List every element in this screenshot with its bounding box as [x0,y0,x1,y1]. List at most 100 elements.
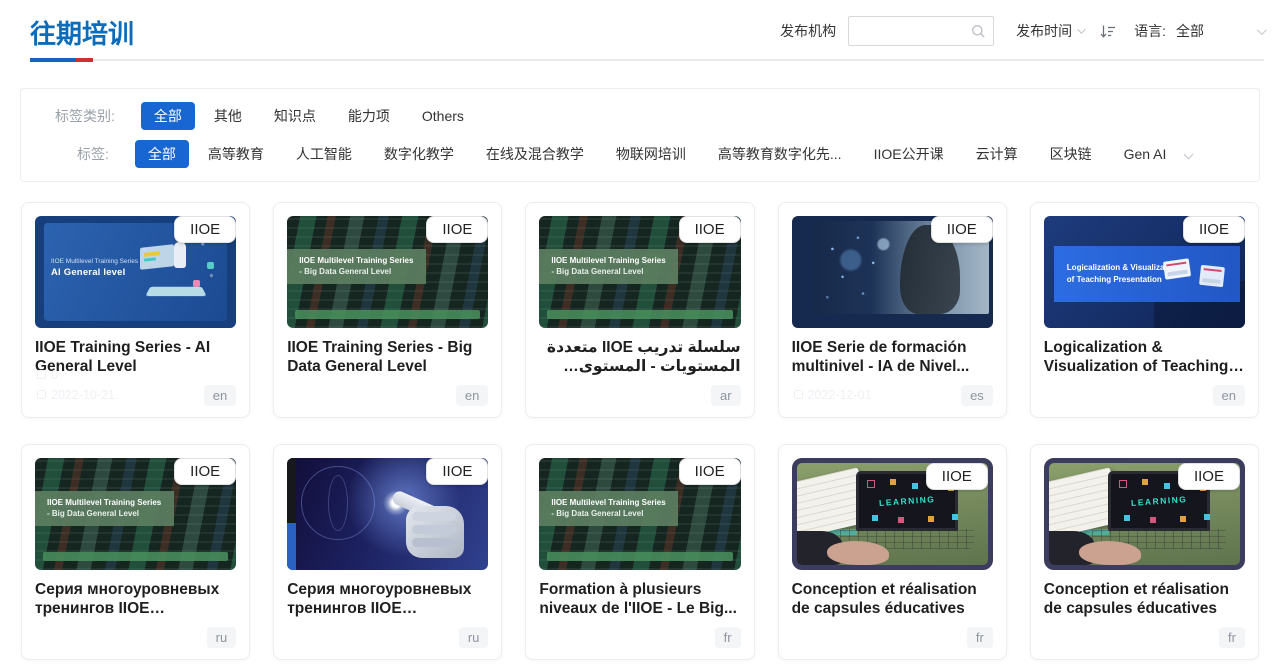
sort-order-icon[interactable] [1099,24,1116,39]
tag-pill-he-digital[interactable]: 高等教育数字化先... [705,140,855,168]
tag-pill-iot[interactable]: 物联网培训 [603,140,699,168]
thumbnail-caption: IIOE Multilevel Training Series - Big Da… [35,491,174,526]
course-thumbnail-logicalization: Logicalization & Visualization of Teachi… [1044,216,1245,328]
tag-pill-all[interactable]: 全部 [135,140,189,168]
course-thumbnail-bigdata: IIOE Multilevel Training Series - Big Da… [539,458,740,570]
tag-pills: 全部 高等教育 人工智能 数字化教学 在线及混合教学 物联网培训 高等教育数字化… [135,140,1253,168]
category-pill-other[interactable]: 其他 [201,102,255,130]
underline-blue-segment [30,58,76,62]
category-pill-ability[interactable]: 能力项 [335,102,403,130]
tag-filter-label: 标签: [77,144,109,164]
language-badge: fr [1219,627,1245,648]
language-badge: en [1213,385,1245,406]
publish-time-label: 发布时间 [1016,21,1072,41]
tag-pill-digital-teaching[interactable]: 数字化教学 [371,140,467,168]
tag-filter-row: 标签: 全部 高等教育 人工智能 数字化教学 在线及混合教学 物联网培训 高等教… [55,140,1241,168]
chevron-down-icon [1077,25,1085,33]
digital-brain-dots [812,221,915,314]
course-meta: 0 2022-10-21 [37,365,115,405]
iioe-badge: IIOE [926,463,988,490]
ai-illustration [134,236,220,302]
tag-pill-ai[interactable]: 人工智能 [283,140,365,168]
language-select[interactable]: 全部 [1176,21,1264,41]
course-card[interactable]: Logicalization & Visualization of Teachi… [1030,202,1259,418]
course-card[interactable]: IIOE Multilevel Training Series - Big Da… [525,202,754,418]
page-title: 往期培训 [30,14,134,51]
course-card[interactable]: IIOE Multilevel Training Series AI Gener… [21,202,250,418]
tag-pill-higher-education[interactable]: 高等教育 [195,140,277,168]
person-hand [1079,541,1141,565]
thumbnail-caption: IIOE Multilevel Training Series - Big Da… [539,491,678,526]
robot-fist [406,506,464,558]
filter-panel: 标签类别: 全部 其他 知识点 能力项 Others 标签: 全部 高等教育 人… [20,88,1260,182]
category-pill-knowledge[interactable]: 知识点 [261,102,329,130]
language-label: 语言: [1134,21,1166,41]
thumbnail-caption: Logicalization & Visualization of Teachi… [1054,262,1179,286]
course-title[interactable]: سلسلة تدريب IIOE متعددة المستويات - المس… [539,339,740,377]
thumbnail-green-bar [547,310,732,319]
language-badge: ar [711,385,741,406]
language-badge: fr [715,627,741,648]
course-title[interactable]: Logicalization & Visualization of Teachi… [1044,339,1245,377]
category-pill-others[interactable]: Others [409,104,477,128]
course-title[interactable]: Conception et réalisation de capsules éd… [792,581,993,619]
course-thumbnail-ai: IIOE Multilevel Training Series AI Gener… [35,216,236,328]
tag-pill-iioe-open-course[interactable]: IIOE公开课 [861,140,957,168]
course-card[interactable]: IIOE Multilevel Training Series - Big Da… [525,444,754,660]
underline-red-segment [76,58,93,62]
course-title[interactable]: Серия многоуровневых тренингов IIOE «Бол… [35,581,236,619]
thumbnail-banner: Logicalization & Visualization of Teachi… [1054,246,1240,302]
course-card[interactable]: IIOE Серия многоуровневых тренингов IIOE… [273,444,502,660]
course-card-grid: IIOE Multilevel Training Series AI Gener… [0,182,1280,660]
calendar-icon [794,390,803,399]
course-card[interactable]: LEARNING IIOE Conception et réalisation … [1030,444,1259,660]
iioe-badge: IIOE [931,216,993,243]
course-title[interactable]: Conception et réalisation de capsules éd… [1044,581,1245,619]
thumbnail-caption: IIOE Multilevel Training Series - Big Da… [539,249,678,284]
iioe-badge: IIOE [679,458,741,485]
search-icon[interactable] [971,24,986,39]
course-title[interactable]: IIOE Serie de formación multinivel - IA … [792,339,993,377]
iioe-badge: IIOE [174,216,236,243]
thumbnail-green-bar [547,552,732,561]
course-thumbnail-learning-laptop: LEARNING IIOE [792,458,993,570]
tag-pill-blockchain[interactable]: 区块链 [1037,140,1105,168]
course-card[interactable]: IIOE Multilevel Training Series - Big Da… [21,444,250,660]
iioe-badge: IIOE [1183,216,1245,243]
iioe-badge: IIOE [174,458,236,485]
course-card[interactable]: IIOE Multilevel Training Series - Big Da… [273,202,502,418]
participants-icon [37,370,46,379]
thumbnail-caption: IIOE Multilevel Training Series - Big Da… [287,249,426,284]
course-thumbnail-bigdata: IIOE Multilevel Training Series - Big Da… [539,216,740,328]
publish-time-sort[interactable]: 发布时间 [1016,21,1083,41]
category-pill-all[interactable]: 全部 [141,102,195,130]
course-title[interactable]: IIOE Training Series - Big Data General … [287,339,488,377]
tag-pill-cloud[interactable]: 云计算 [963,140,1031,168]
thumbnail-green-bar [43,552,228,561]
publisher-search-box[interactable] [848,16,994,46]
category-filter-label: 标签类别: [55,106,115,126]
course-title[interactable]: Formation à plusieurs niveaux de l'IIOE … [539,581,740,619]
tag-pill-gen-ai[interactable]: Gen AI [1111,142,1180,166]
course-card[interactable]: LEARNING IIOE Conception et réalisation … [778,444,1007,660]
course-card[interactable]: IIOE IIOE Serie de formación multinivel … [778,202,1007,418]
title-underline [30,59,1264,61]
category-pills: 全部 其他 知识点 能力项 Others [141,102,1241,130]
course-thumbnail-profile: IIOE [792,216,993,328]
language-badge: ru [459,627,489,648]
iioe-badge: IIOE [426,458,488,485]
iioe-badge: IIOE [426,216,488,243]
tag-pill-online-blended[interactable]: 在线及混合教学 [473,140,597,168]
presentation-illustration [1162,258,1228,292]
page-header: 往期培训 发布机构 发布时间 语言: 全部 [0,0,1280,62]
course-meta: 2022-12-01 [794,385,872,405]
category-filter-row: 标签类别: 全部 其他 知识点 能力项 Others [55,102,1241,130]
tags-expand-chevron-icon[interactable] [1184,149,1194,159]
person-hand [827,541,889,565]
language-badge: es [961,385,993,406]
iioe-badge: IIOE [1178,463,1240,490]
calendar-icon [37,390,46,399]
participant-count: 0 [51,368,58,382]
course-title[interactable]: Серия многоуровневых тренингов IIOE «Бол… [287,581,488,619]
thumbnail-green-bar [295,310,480,319]
